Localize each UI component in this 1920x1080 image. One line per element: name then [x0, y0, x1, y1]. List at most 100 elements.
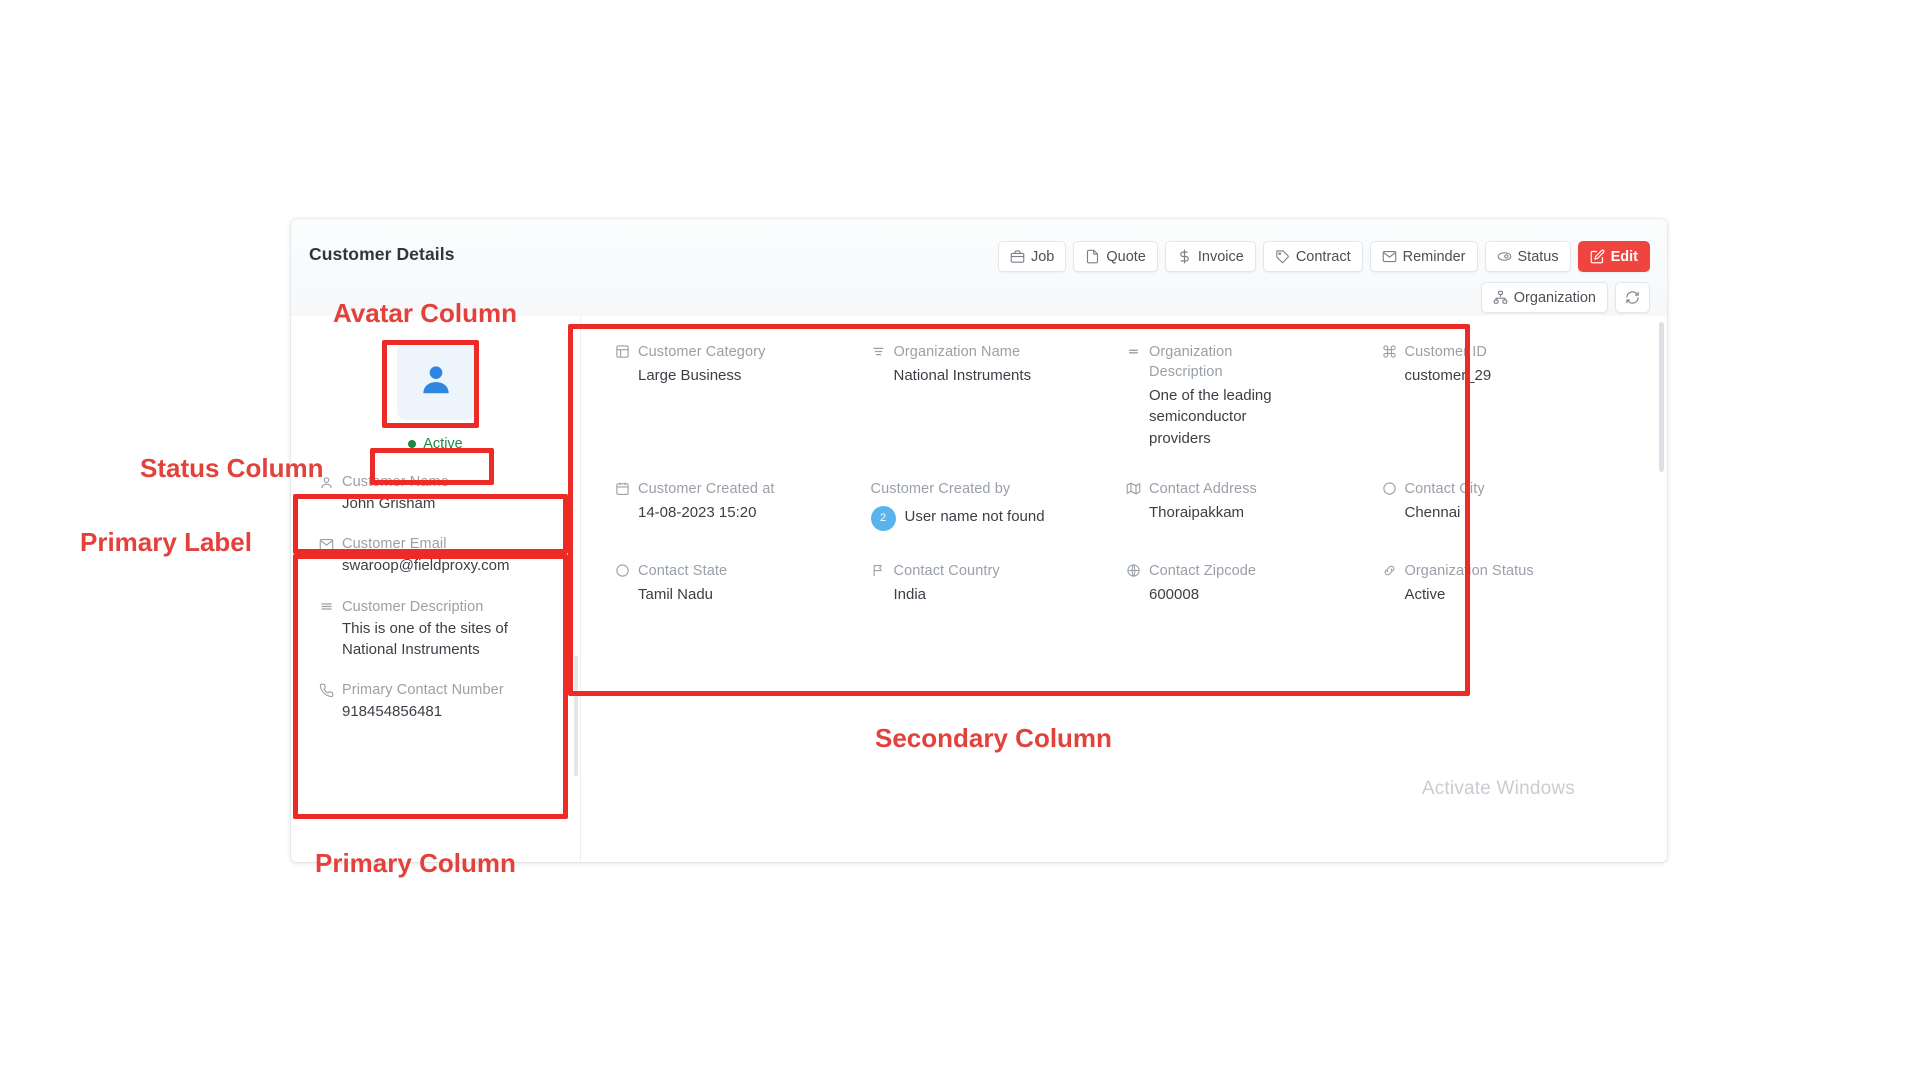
flag-icon [871, 563, 886, 578]
calendar-icon [615, 481, 630, 496]
person-icon [417, 360, 455, 403]
toolbar-primary-row: Job Quote Invoice Contract Reminder Stat… [997, 241, 1650, 272]
field-value: India [893, 585, 927, 603]
field-value: customer_29 [1404, 367, 1492, 384]
job-button[interactable]: Job [997, 241, 1067, 272]
status-button-label: Status [1517, 248, 1559, 265]
field-label: Contact Country [893, 562, 1000, 579]
field-value: This is one of the sites of National Ins… [342, 619, 508, 658]
avatar [396, 342, 475, 420]
map-icon [1126, 481, 1141, 496]
organization-button-label: Organization [1513, 289, 1596, 306]
field-customer-created-by: Customer Created by 2 User name not foun… [870, 479, 1127, 557]
mail-icon [1382, 249, 1397, 264]
contract-button-label: Contract [1295, 248, 1351, 265]
card-body: Active Customer Name John Grisham Custom… [291, 316, 1667, 862]
field-contact-state: Contact State Tamil Nadu [615, 561, 871, 631]
reminder-button-label: Reminder [1402, 248, 1466, 265]
invoice-button-label: Invoice [1197, 248, 1244, 265]
annotation-label-primary-label: Primary Label [80, 527, 252, 557]
screenshot-root: Customer Details Job Quote Invoice Contr… [0, 0, 1920, 1080]
secondary-field-grid: Customer Category Large Business Organiz… [581, 342, 1667, 631]
mail-icon [319, 537, 334, 552]
lines-icon [1126, 344, 1141, 359]
field-value: User name not found [904, 507, 1045, 525]
field-label: Primary Contact Number [342, 682, 504, 699]
reminder-button[interactable]: Reminder [1369, 241, 1478, 272]
field-label: Customer Name [342, 474, 449, 490]
field-label: Customer Created by [870, 480, 1011, 497]
edit-button-label: Edit [1610, 248, 1638, 265]
avatar-column [291, 342, 580, 420]
field-label: Organization Name [893, 344, 1021, 360]
status-badge: Active [408, 436, 463, 452]
field-label: Organization Description [1149, 344, 1233, 380]
job-button-label: Job [1030, 248, 1055, 265]
field-value: 918454856481 [342, 703, 443, 721]
field-value: 14-08-2023 15:20 [638, 503, 757, 521]
dollar-icon [1177, 249, 1192, 264]
field-label: Customer ID [1404, 344, 1487, 360]
toggle-icon [1497, 249, 1512, 264]
secondary-column: Customer Category Large Business Organiz… [581, 316, 1667, 862]
field-primary-contact-number: Primary Contact Number 918454856481 [319, 682, 556, 722]
status-badge-label: Active [423, 436, 463, 452]
status-dot-icon [408, 440, 417, 448]
field-value: National Instruments [893, 367, 1032, 384]
circle-icon [1382, 481, 1397, 496]
field-value: Active [1404, 585, 1446, 603]
field-label: Customer Description [342, 598, 484, 615]
link-icon [1382, 563, 1397, 578]
field-customer-description: Customer Description This is one of the … [319, 599, 556, 661]
field-value: Large Business [638, 367, 742, 384]
activate-windows-watermark: Activate Windows [1421, 778, 1575, 799]
refresh-icon [1625, 290, 1640, 305]
field-contact-address: Contact Address Thoraipakkam [1126, 479, 1382, 557]
contract-button[interactable]: Contract [1262, 241, 1363, 272]
secondary-column-scrollbar[interactable] [1659, 322, 1664, 856]
field-label: Contact City [1404, 480, 1485, 497]
field-label: Customer Category [638, 344, 766, 360]
align-icon [871, 344, 886, 359]
annotation-label-status-column: Status Column [140, 453, 324, 483]
field-label: Contact State [638, 562, 728, 579]
annotation-label-secondary-column: Secondary Column [875, 723, 1112, 753]
status-button[interactable]: Status [1484, 241, 1571, 272]
field-value: One of the leading semiconductor provide… [1149, 387, 1272, 447]
field-customer-email: Customer Email swaroop@fieldproxy.com [319, 536, 556, 576]
page-title: Customer Details [309, 244, 455, 264]
quote-button[interactable]: Quote [1073, 241, 1158, 272]
edit-icon [1590, 249, 1605, 264]
field-label: Contact Address [1149, 480, 1257, 497]
field-organization-description: Organization Description One of the lead… [1126, 342, 1382, 475]
org-chart-icon [1493, 290, 1508, 305]
annotation-label-avatar-column: Avatar Column [333, 298, 517, 328]
toolbar-secondary-row: Organization [1480, 282, 1650, 313]
field-contact-zipcode: Contact Zipcode 600008 [1126, 561, 1382, 631]
field-value: Chennai [1404, 503, 1461, 521]
field-value: 600008 [1149, 585, 1200, 603]
created-by-user: 2 User name not found [870, 505, 1113, 531]
annotation-label-primary-column: Primary Column [315, 848, 516, 878]
globe-icon [1126, 563, 1141, 578]
field-label: Contact Zipcode [1149, 562, 1257, 579]
field-label: Customer Created at [638, 480, 775, 497]
primary-column-scrollbar[interactable] [574, 656, 578, 776]
field-label: Customer Email [342, 536, 447, 553]
field-contact-country: Contact Country India [871, 561, 1127, 631]
field-label: Organization Status [1404, 562, 1534, 579]
field-organization-name: Organization Name National Instruments [871, 342, 1127, 475]
avatar: 2 [870, 505, 896, 531]
refresh-button[interactable] [1615, 282, 1650, 313]
field-customer-category: Customer Category Large Business [615, 342, 871, 475]
briefcase-icon [1010, 249, 1025, 264]
invoice-button[interactable]: Invoice [1164, 241, 1256, 272]
field-value: John Grisham [342, 495, 436, 512]
document-icon [1085, 249, 1100, 264]
field-organization-status: Organization Status Active [1382, 561, 1638, 631]
field-customer-name: Customer Name John Grisham [319, 474, 556, 514]
organization-button[interactable]: Organization [1480, 282, 1608, 313]
quote-button-label: Quote [1106, 248, 1146, 265]
field-contact-city: Contact City Chennai [1382, 479, 1638, 557]
edit-button[interactable]: Edit [1577, 241, 1650, 272]
